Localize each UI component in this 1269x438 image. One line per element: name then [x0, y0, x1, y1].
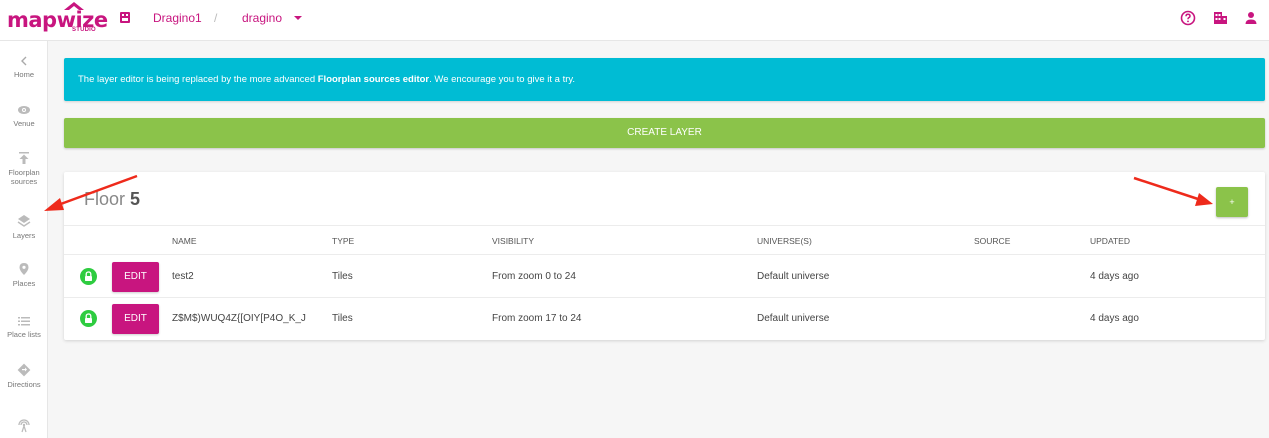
floor-number: 5	[130, 189, 141, 209]
top-bar: mapwize STUDIO Dragino1 / dragino	[0, 0, 1269, 41]
list-icon	[18, 317, 30, 326]
layer-universes: Default universe	[757, 313, 830, 324]
sidebar-item-directions[interactable]: Directions	[0, 363, 48, 389]
lock-icon[interactable]	[80, 268, 97, 285]
eye-icon	[18, 106, 30, 114]
layers-icon	[17, 215, 31, 227]
column-header-type[interactable]: TYPE	[332, 236, 354, 246]
breadcrumb-separator: /	[214, 11, 218, 25]
layer-universes: Default universe	[757, 271, 830, 282]
chevron-left-icon	[21, 56, 27, 66]
sidebar-item-label: Place lists	[7, 330, 41, 339]
layer-type: Tiles	[332, 271, 353, 282]
lock-icon[interactable]	[80, 310, 97, 327]
breadcrumb-venue[interactable]: dragino	[242, 11, 282, 25]
sidebar-item-label: Floorplan sources	[8, 168, 40, 186]
create-layer-button[interactable]: CREATE LAYER	[64, 118, 1265, 148]
layer-visibility: From zoom 17 to 24	[492, 313, 582, 324]
table-row: EDIT test2 Tiles From zoom 0 to 24 Defau…	[64, 256, 1265, 298]
sidebar-item-venue[interactable]: Venue	[0, 104, 48, 128]
sidebar-item-floorplan-sources[interactable]: Floorplan sources	[0, 151, 48, 186]
banner-message: The layer editor is being replaced by th…	[78, 74, 576, 85]
sidebar-item-place-lists[interactable]: Place lists	[0, 315, 48, 339]
edit-button[interactable]: EDIT	[112, 304, 159, 334]
edit-button[interactable]: EDIT	[112, 262, 159, 292]
sidebar-item-beacons[interactable]	[0, 417, 48, 433]
directions-icon	[17, 363, 31, 377]
floor-title: Floor 5	[84, 189, 141, 209]
mapwize-logo[interactable]: mapwize STUDIO	[7, 2, 108, 38]
help-icon[interactable]	[1180, 10, 1196, 26]
layer-type: Tiles	[332, 313, 353, 324]
venue-dropdown-caret-icon[interactable]	[294, 16, 302, 20]
layer-updated: 4 days ago	[1090, 271, 1139, 282]
sidebar-item-label: Home	[13, 70, 34, 79]
sidebar-item-label: Directions	[7, 380, 41, 389]
sidebar-item-layers[interactable]: Layers	[0, 214, 48, 240]
breadcrumb-organization[interactable]: Dragino1	[153, 11, 202, 25]
upload-icon	[19, 152, 29, 164]
building-icon[interactable]	[1212, 10, 1228, 26]
logo-subtext: STUDIO	[72, 27, 96, 33]
column-header-source[interactable]: SOURCE	[974, 236, 1010, 246]
sidebar-item-places[interactable]: Places	[0, 262, 48, 288]
sidebar-item-label: Layers	[12, 231, 36, 240]
column-header-visibility[interactable]: VISIBILITY	[492, 236, 534, 246]
deprecation-banner: The layer editor is being replaced by th…	[64, 58, 1265, 101]
sidebar-item-home[interactable]: Home	[0, 55, 48, 79]
table-header: NAME TYPE VISIBILITY UNIVERSE(S) SOURCE …	[64, 225, 1265, 255]
organization-icon	[120, 12, 130, 23]
account-icon[interactable]	[1243, 10, 1259, 26]
floor-card: Floor 5 + NAME TYPE VISIBILITY UNIVERSE(…	[64, 172, 1265, 340]
table-row: EDIT Z$M$)WUQ4Z{[OIY[P4O_K_J Tiles From …	[64, 298, 1265, 340]
column-header-updated[interactable]: UPDATED	[1090, 236, 1130, 246]
column-header-name[interactable]: NAME	[172, 236, 197, 246]
layer-name: test2	[172, 271, 194, 282]
sidebar: Home Venue Floorplan sources Layers Plac…	[0, 41, 48, 438]
layer-name: Z$M$)WUQ4Z{[OIY[P4O_K_J	[172, 313, 306, 324]
beacon-icon	[18, 419, 30, 433]
layer-visibility: From zoom 0 to 24	[492, 271, 576, 282]
add-layer-button[interactable]: +	[1216, 187, 1248, 217]
column-header-universes[interactable]: UNIVERSE(S)	[757, 236, 812, 246]
layer-updated: 4 days ago	[1090, 313, 1139, 324]
sidebar-item-label: Places	[12, 279, 36, 288]
floorplan-sources-editor-link[interactable]: Floorplan sources editor	[318, 74, 429, 85]
sidebar-item-label: Venue	[13, 119, 35, 128]
pin-icon	[19, 263, 29, 275]
